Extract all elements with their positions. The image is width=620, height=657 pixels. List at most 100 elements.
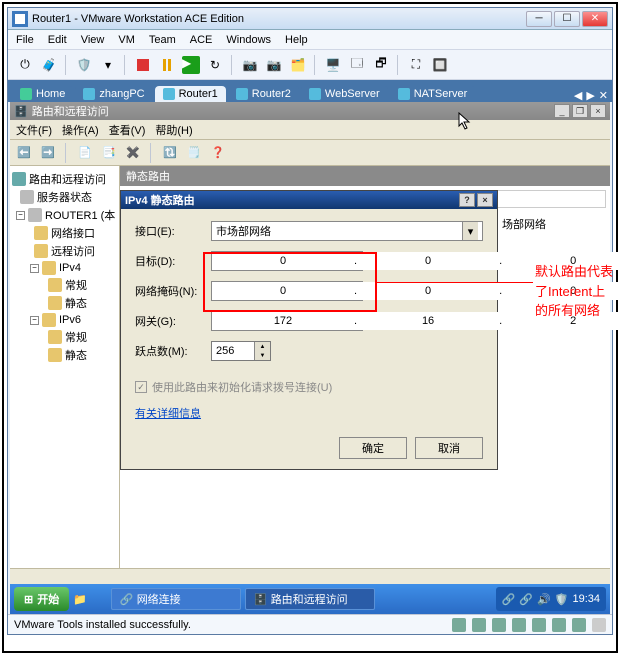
tree-remote[interactable]: 远程访问 [12, 242, 117, 260]
tab-zhangpc[interactable]: zhangPC [75, 86, 152, 102]
unity-icon[interactable]: 🔲 [429, 54, 451, 76]
tree-ipv6-static[interactable]: 静态 [12, 346, 117, 364]
gateway-input[interactable]: . . . [211, 311, 363, 331]
gw-oct1[interactable] [212, 312, 354, 330]
device-usb-icon[interactable] [552, 618, 566, 632]
ok-button[interactable]: 确定 [339, 437, 407, 459]
chevron-down-icon[interactable]: ▾ [462, 222, 478, 240]
menu-action[interactable]: 操作(A) [62, 122, 99, 138]
props-icon[interactable]: 📑 [99, 143, 119, 163]
tree-netif[interactable]: 网络接口 [12, 224, 117, 242]
menu-help[interactable]: 帮助(H) [155, 122, 192, 138]
minimize-button[interactable]: ─ [526, 11, 552, 27]
tab-webserver[interactable]: WebServer [301, 86, 388, 102]
mask-oct2[interactable] [357, 282, 499, 300]
menu-file[interactable]: 文件(F) [16, 122, 52, 138]
suspend-icon[interactable]: 🧳 [38, 54, 60, 76]
dest-input[interactable]: . . . [211, 251, 363, 271]
device-floppy-icon[interactable] [492, 618, 506, 632]
spin-down-icon[interactable]: ▼ [254, 351, 270, 360]
dest-oct2[interactable] [357, 252, 499, 270]
tab-scroll-left-icon[interactable]: ◀ [574, 89, 582, 102]
tab-router1[interactable]: Router1 [155, 86, 226, 102]
menu-edit[interactable]: Edit [48, 34, 67, 46]
quick-switch-icon[interactable]: 🗗 [370, 54, 392, 76]
close-button[interactable]: ✕ [582, 11, 608, 27]
tab-natserver[interactable]: NATServer [390, 86, 476, 102]
taskbar-item-net[interactable]: 🔗 网络连接 [111, 588, 241, 610]
dest-oct1[interactable] [212, 252, 354, 270]
vmware-titlebar[interactable]: Router1 - VMware Workstation ACE Edition… [8, 8, 612, 30]
menu-file[interactable]: File [16, 34, 34, 46]
help-button[interactable]: ? [459, 193, 475, 207]
reset-button[interactable]: ↻ [204, 54, 226, 76]
revert-icon[interactable]: 📷 [263, 54, 285, 76]
start-button[interactable]: ⊞ 开始 [14, 587, 69, 611]
metric-spinner[interactable]: 256 ▲▼ [211, 341, 271, 361]
tree-ipv4-static[interactable]: 静态 [12, 294, 117, 312]
maximize-button[interactable]: ☐ [554, 11, 580, 27]
menu-help[interactable]: Help [285, 34, 308, 46]
fullscreen-icon[interactable]: ⛶ [405, 54, 427, 76]
play-button[interactable]: ▶ [180, 54, 202, 76]
tab-scroll-right-icon[interactable]: ▶ [586, 89, 594, 102]
min-button[interactable]: _ [554, 104, 570, 118]
tree-root[interactable]: 路由和远程访问 [12, 170, 117, 188]
cancel-button[interactable]: 取消 [415, 437, 483, 459]
tools-dd-icon[interactable]: ▾ [97, 54, 119, 76]
summary-icon[interactable]: 🗔 [346, 54, 368, 76]
stop-button[interactable] [132, 54, 154, 76]
tray-net2-icon[interactable]: 🔗 [519, 593, 533, 606]
menu-team[interactable]: Team [149, 34, 176, 46]
menu-ace[interactable]: ACE [190, 34, 213, 46]
tree-ipv6-general[interactable]: 常规 [12, 328, 117, 346]
device-cd-icon[interactable] [472, 618, 486, 632]
menu-windows[interactable]: Windows [226, 34, 271, 46]
details-link[interactable]: 有关详细信息 [135, 408, 201, 420]
system-tray[interactable]: 🔗 🔗 🔊 🛡️ 19:34 [496, 587, 606, 611]
device-hdd-icon[interactable] [452, 618, 466, 632]
manage-snap-icon[interactable]: 🗂️ [287, 54, 309, 76]
tray-shield-icon[interactable]: 🛡️ [555, 593, 569, 606]
close-button[interactable]: × [590, 104, 606, 118]
tab-home[interactable]: Home [12, 86, 73, 102]
taskbar-item-rras[interactable]: 🗄️ 路由和远程访问 [245, 588, 375, 610]
mmc-titlebar[interactable]: 🗄️ 路由和远程访问 _ ❐ × [10, 102, 610, 120]
delete-icon[interactable]: ✖️ [123, 143, 143, 163]
show-hide-icon[interactable]: 📄 [75, 143, 95, 163]
tab-router2[interactable]: Router2 [228, 86, 299, 102]
tree-ipv4[interactable]: −IPv4 [12, 260, 117, 276]
mask-input[interactable]: . . . [211, 281, 363, 301]
dialog-titlebar[interactable]: IPv4 静态路由 ? × [121, 191, 497, 209]
device-sound-icon[interactable] [572, 618, 586, 632]
menu-view[interactable]: 查看(V) [109, 122, 146, 138]
close-button[interactable]: × [477, 193, 493, 207]
ace-icon[interactable]: 🛡️ [73, 54, 95, 76]
device-nic-icon[interactable] [512, 618, 526, 632]
spin-up-icon[interactable]: ▲ [254, 342, 270, 351]
device-nic2-icon[interactable] [532, 618, 546, 632]
menu-vm[interactable]: VM [118, 34, 135, 46]
gw-oct2[interactable] [357, 312, 499, 330]
tree-ipv6[interactable]: −IPv6 [12, 312, 117, 328]
nav-tree[interactable]: 路由和远程访问 服务器状态 −ROUTER1 (本 网络接口 远程访问 −IPv… [10, 166, 120, 568]
tree-server-status[interactable]: 服务器状态 [12, 188, 117, 206]
tray-net-icon[interactable]: 🔗 [502, 593, 516, 606]
collapse-icon[interactable]: − [16, 211, 25, 220]
export-icon[interactable]: 🗒️ [184, 143, 204, 163]
snapshot-icon[interactable]: 📷 [239, 54, 261, 76]
mask-oct1[interactable] [212, 282, 354, 300]
tree-router1[interactable]: −ROUTER1 (本 [12, 206, 117, 224]
iface-select[interactable]: 市场部网络 ▾ [211, 221, 483, 241]
power-off-icon[interactable]: ⏻ [14, 54, 36, 76]
tab-close-icon[interactable]: ✕ [599, 89, 608, 102]
restore-button[interactable]: ❐ [572, 104, 588, 118]
device-grab-icon[interactable] [592, 618, 606, 632]
quick-launch-icon[interactable]: 📁 [73, 593, 87, 606]
show-console-icon[interactable]: 🖥️ [322, 54, 344, 76]
help-icon[interactable]: ❓ [208, 143, 228, 163]
back-icon[interactable]: ⬅️ [14, 143, 34, 163]
tree-ipv4-general[interactable]: 常规 [12, 276, 117, 294]
tray-sound-icon[interactable]: 🔊 [537, 593, 551, 606]
fwd-icon[interactable]: ➡️ [38, 143, 58, 163]
